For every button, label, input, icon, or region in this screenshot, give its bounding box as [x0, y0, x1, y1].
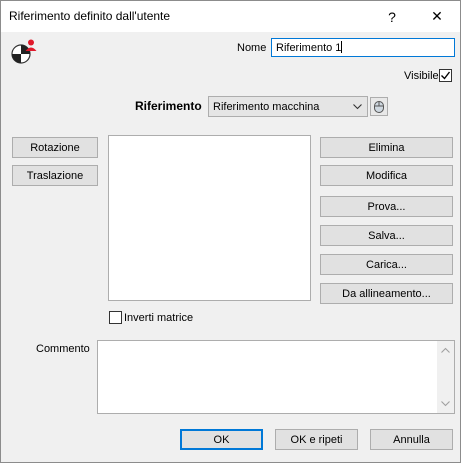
reference-label: Riferimento — [135, 99, 202, 113]
save-button[interactable]: Salva... — [320, 225, 453, 246]
name-label: Nome — [237, 42, 267, 54]
translation-button[interactable]: Traslazione — [12, 165, 98, 186]
text-cursor — [341, 41, 343, 53]
comment-scrollbar[interactable] — [437, 341, 454, 413]
cancel-button[interactable]: Annulla — [370, 429, 453, 450]
visible-checkbox[interactable] — [439, 69, 452, 82]
invert-matrix-checkbox[interactable] — [109, 311, 122, 324]
ok-button[interactable]: OK — [180, 429, 263, 450]
transform-list[interactable] — [108, 135, 311, 301]
window-title: Riferimento definito dall'utente — [9, 9, 171, 23]
modify-button[interactable]: Modifica — [320, 165, 453, 186]
scroll-up-icon[interactable] — [441, 347, 450, 353]
reference-combobox[interactable]: Riferimento macchina — [208, 96, 368, 117]
help-button[interactable]: ? — [370, 1, 414, 32]
reference-selected-value: Riferimento macchina — [213, 100, 320, 113]
dialog-window: Riferimento definito dall'utente ? ✕ Nom… — [0, 0, 461, 463]
mouse-pick-icon[interactable] — [370, 97, 388, 116]
invert-matrix-label: Inverti matrice — [124, 312, 194, 324]
user-reference-icon — [10, 38, 38, 66]
load-button[interactable]: Carica... — [320, 254, 453, 275]
from-alignment-button[interactable]: Da allineamento... — [320, 283, 453, 304]
comment-label: Commento — [36, 343, 90, 355]
chevron-down-icon — [353, 104, 362, 110]
comment-textarea[interactable] — [97, 340, 455, 414]
visible-label: Visibile — [404, 70, 439, 82]
delete-button[interactable]: Elimina — [320, 137, 453, 158]
name-input-value: Riferimento 1 — [276, 42, 342, 54]
scroll-down-icon[interactable] — [441, 401, 450, 407]
ok-repeat-button[interactable]: OK e ripeti — [275, 429, 358, 450]
name-input[interactable]: Riferimento 1 — [271, 38, 455, 57]
checkmark-icon — [441, 71, 451, 80]
close-button[interactable]: ✕ — [415, 1, 459, 32]
title-bar: Riferimento definito dall'utente ? ✕ — [1, 1, 460, 32]
try-button[interactable]: Prova... — [320, 196, 453, 217]
rotation-button[interactable]: Rotazione — [12, 137, 98, 158]
